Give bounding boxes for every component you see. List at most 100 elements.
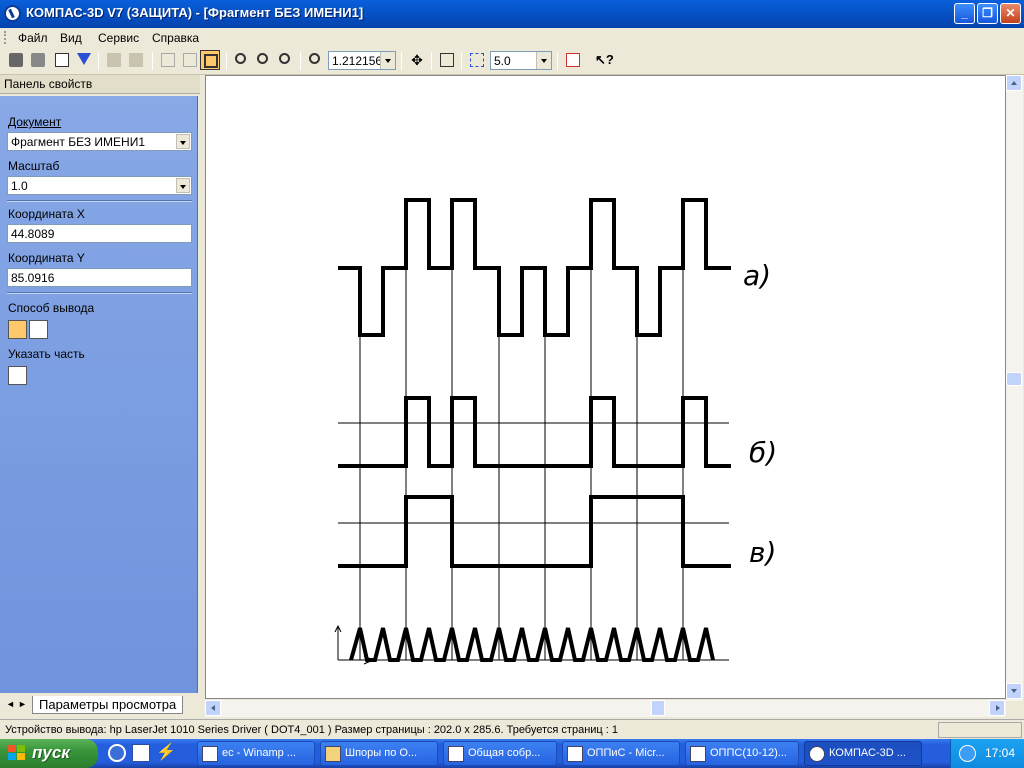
menu-grip [4, 31, 7, 44]
system-tray: 17:04 [950, 739, 1024, 768]
zoom-scale-icon[interactable] [306, 50, 326, 70]
task-winamp[interactable]: ес - Winamp ... [197, 741, 315, 766]
timing-diagram: а) б) в) [334, 198, 777, 665]
clock[interactable]: 17:04 [985, 746, 1015, 760]
task-label: ОППиС - Micr... [587, 747, 665, 759]
task-kompas[interactable]: КОМПАС-3D ... [804, 741, 922, 766]
kompas-icon [809, 746, 825, 762]
word-icon [448, 746, 464, 762]
chevron-down-icon[interactable] [536, 52, 551, 69]
scale-value: 1.0 [11, 179, 28, 193]
disabled-tool-icon-2[interactable] [126, 50, 146, 70]
word-quicklaunch-icon[interactable] [132, 744, 150, 762]
winamp-icon [202, 746, 218, 762]
label-a: а) [743, 259, 771, 292]
taskbar: пуск ⚡ ес - Winamp ... Шпоры по О... Общ… [0, 739, 1024, 768]
zoom-in-icon[interactable] [254, 50, 274, 70]
zoom-value: 1.212156 [332, 54, 383, 68]
sheet-view-icon[interactable] [437, 50, 457, 70]
status-text: Устройство вывода: hp LaserJet 1010 Seri… [5, 724, 619, 736]
menu-bar: Файл Вид Сервис Справка [0, 28, 1024, 47]
word-icon [690, 746, 706, 762]
disabled-tool-icon[interactable] [104, 50, 124, 70]
menu-service[interactable]: Сервис [98, 31, 139, 45]
tab-next-icon[interactable]: ► [18, 699, 27, 709]
task-label: Шпоры по О... [345, 747, 418, 759]
task-word-2[interactable]: ОППиС - Micr... [562, 741, 680, 766]
scale-select[interactable]: 1.0 [7, 176, 192, 195]
menu-view[interactable]: Вид [60, 31, 82, 45]
zoom-out-icon[interactable] [276, 50, 296, 70]
menu-help[interactable]: Справка [152, 31, 199, 45]
task-word-1[interactable]: Общая собр... [443, 741, 557, 766]
output-mode-page-icon[interactable] [29, 320, 48, 339]
start-button[interactable]: пуск [0, 739, 98, 768]
tab-prev-icon[interactable]: ◄ [6, 699, 15, 709]
page-layout-icon[interactable] [200, 50, 220, 70]
word-icon [567, 746, 583, 762]
step-cursor-icon[interactable] [467, 50, 487, 70]
chevron-down-icon[interactable] [176, 178, 190, 193]
winamp-quicklaunch-icon[interactable]: ⚡ [156, 744, 176, 762]
horizontal-scroll-thumb[interactable] [651, 700, 665, 716]
vertical-scroll-thumb[interactable] [1006, 372, 1022, 386]
sheet-grid-icon-2[interactable] [180, 50, 200, 70]
task-folder[interactable]: Шпоры по О... [320, 741, 438, 766]
minimize-button[interactable]: _ [954, 3, 975, 24]
title-bar[interactable]: КОМПАС-3D V7 (ЗАЩИТА) - [Фрагмент БЕЗ ИМ… [0, 0, 1024, 28]
close-button[interactable]: ✕ [1000, 3, 1021, 24]
task-label: Общая собр... [468, 747, 541, 759]
step-select[interactable]: 5.0 [490, 51, 552, 70]
task-word-3[interactable]: ОППС(10-12)... [685, 741, 799, 766]
chevron-down-icon[interactable] [380, 52, 395, 69]
coord-y-field[interactable]: 85.0916 [7, 268, 192, 287]
pan-icon[interactable]: ✥ [407, 50, 427, 70]
print-preview-exit-icon[interactable] [563, 50, 583, 70]
step-value: 5.0 [494, 54, 511, 68]
panel-tabs: ◄ ► Параметры просмотра [0, 695, 200, 715]
status-bar: Устройство вывода: hp LaserJet 1010 Seri… [0, 719, 1024, 739]
task-label: ес - Winamp ... [222, 747, 296, 759]
windows-logo-icon [8, 745, 26, 762]
panel-body: Документ Фрагмент БЕЗ ИМЕНИ1 Масштаб 1.0… [0, 96, 198, 693]
drawing-canvas[interactable]: а) б) в) [205, 75, 1006, 699]
folder-icon [325, 746, 341, 762]
sheet-grid-icon[interactable] [158, 50, 178, 70]
vertical-scrollbar[interactable] [1006, 75, 1023, 701]
document-value: Фрагмент БЕЗ ИМЕНИ1 [11, 135, 146, 149]
window-title: КОМПАС-3D V7 (ЗАЩИТА) - [Фрагмент БЕЗ ИМ… [26, 5, 364, 20]
scroll-down-icon[interactable] [1006, 683, 1022, 699]
tray-expand-icon[interactable] [959, 745, 976, 762]
toolbar: 1.212156 ✥ 5.0 ↖? [0, 47, 1024, 75]
zoom-window-icon[interactable] [232, 50, 252, 70]
waveform-c [338, 495, 731, 568]
label-c: в) [749, 536, 776, 569]
scroll-left-icon[interactable] [205, 700, 221, 716]
status-cell [938, 722, 1022, 738]
ie-quicklaunch-icon[interactable] [108, 744, 126, 762]
filter-icon[interactable] [74, 50, 94, 70]
kompas-app-icon[interactable] [4, 5, 21, 22]
help-doc-icon[interactable] [52, 50, 72, 70]
output-mode-active-icon[interactable] [8, 320, 27, 339]
zoom-select[interactable]: 1.212156 [328, 51, 396, 70]
horizontal-scrollbar[interactable] [205, 700, 1006, 717]
specify-part-label: Указать часть [8, 347, 85, 361]
scroll-right-icon[interactable] [989, 700, 1005, 716]
specify-part-icon[interactable] [8, 366, 27, 385]
menu-file[interactable]: Файл [18, 31, 48, 45]
restore-button[interactable]: ❐ [977, 3, 998, 24]
print-icon[interactable] [6, 50, 26, 70]
document-label: Документ [8, 115, 62, 129]
context-help-icon[interactable]: ↖? [592, 50, 614, 70]
clock-pulses [349, 627, 715, 662]
chevron-down-icon[interactable] [176, 134, 190, 149]
task-label: КОМПАС-3D ... [829, 747, 906, 759]
coord-x-label: Координата X [8, 207, 85, 221]
coord-y-label: Координата Y [8, 251, 85, 265]
print-setup-icon[interactable] [28, 50, 48, 70]
document-select[interactable]: Фрагмент БЕЗ ИМЕНИ1 [7, 132, 192, 151]
coord-x-field[interactable]: 44.8089 [7, 224, 192, 243]
tab-view-params[interactable]: Параметры просмотра [32, 696, 184, 714]
scroll-up-icon[interactable] [1006, 75, 1022, 91]
